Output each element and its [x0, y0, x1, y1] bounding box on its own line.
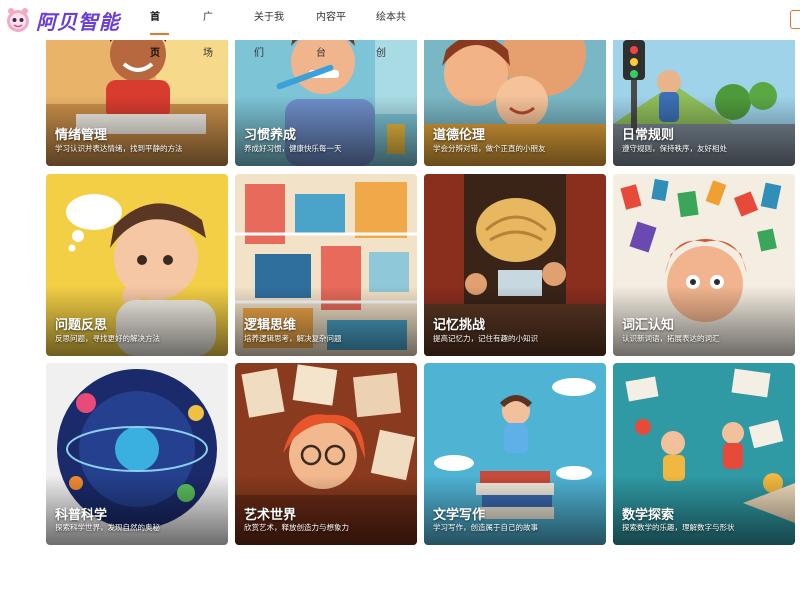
nav-item-cocreate[interactable]: 绘本共创 — [376, 0, 414, 59]
logo[interactable]: 阿贝智能 — [4, 5, 120, 35]
card-subtitle: 培养逻辑思考，解决复杂问题 — [244, 334, 342, 343]
topic-card-memory[interactable]: 记忆挑战 提高记忆力，记住有趣的小知识 — [424, 174, 606, 356]
topic-card-logic[interactable]: 逻辑思维 培养逻辑思考，解决复杂问题 — [235, 174, 417, 356]
nav-item-plaza[interactable]: 广场 — [203, 0, 222, 59]
topic-card-math[interactable]: 数学探索 探索数学的乐趣，理解数字与形状 — [613, 363, 795, 545]
card-subtitle: 探索数学的乐趣，理解数字与形状 — [622, 523, 735, 532]
topic-card-writing[interactable]: 文学写作 学习写作，创造属于自己的故事 — [424, 363, 606, 545]
header-action-button[interactable] — [790, 10, 800, 29]
card-title: 文学写作 — [433, 507, 486, 522]
card-subtitle: 学习认识并表达情绪，找到平静的方法 — [55, 144, 183, 153]
nav-item-home[interactable]: 首页 — [150, 0, 169, 59]
top-header: 阿贝智能 首页 广场 关于我们 内容平台 绘本共创 — [0, 0, 800, 59]
topic-card-art[interactable]: 艺术世界 欣赏艺术，释放创造力与想象力 — [235, 363, 417, 545]
card-title: 日常规则 — [622, 127, 675, 142]
main-nav: 首页 广场 关于我们 内容平台 绘本共创 — [150, 0, 414, 59]
mascot-icon — [7, 8, 29, 32]
card-subtitle: 学会分辨对错，做个正直的小朋友 — [433, 144, 546, 153]
card-subtitle: 认识新词语，拓展表达的词汇 — [622, 334, 720, 343]
logo-text: 阿贝智能 — [36, 11, 120, 34]
topic-card-science[interactable]: 科普科学 探索科学世界，发现自然的奥秘 — [46, 363, 228, 545]
card-subtitle: 探索科学世界，发现自然的奥秘 — [55, 523, 160, 532]
card-title: 情绪管理 — [55, 127, 108, 142]
card-subtitle: 欣赏艺术，释放创造力与想象力 — [244, 523, 349, 532]
card-subtitle: 提高记忆力，记住有趣的小知识 — [433, 334, 538, 343]
nav-item-about[interactable]: 关于我们 — [254, 0, 292, 59]
card-subtitle: 学习写作，创造属于自己的故事 — [433, 523, 538, 532]
card-title: 数学探索 — [622, 507, 675, 522]
card-subtitle: 遵守规则，保持秩序，友好相处 — [622, 144, 727, 153]
card-title: 记忆挑战 — [433, 317, 486, 332]
topic-card-reflect[interactable]: 问题反思 反思问题，寻找更好的解决方法 — [46, 174, 228, 356]
card-title: 问题反思 — [55, 317, 108, 332]
card-title: 科普科学 — [55, 507, 108, 522]
card-subtitle: 反思问题，寻找更好的解决方法 — [55, 334, 160, 343]
card-title: 道德伦理 — [433, 127, 486, 142]
card-title: 逻辑思维 — [244, 317, 297, 332]
topic-card-vocab[interactable]: 词汇认知 认识新词语，拓展表达的词汇 — [613, 174, 795, 356]
card-title: 习惯养成 — [244, 127, 297, 142]
card-title: 词汇认知 — [622, 317, 675, 332]
card-subtitle: 养成好习惯，健康快乐每一天 — [244, 144, 342, 153]
nav-item-content[interactable]: 内容平台 — [316, 0, 354, 59]
card-title: 艺术世界 — [244, 507, 297, 522]
